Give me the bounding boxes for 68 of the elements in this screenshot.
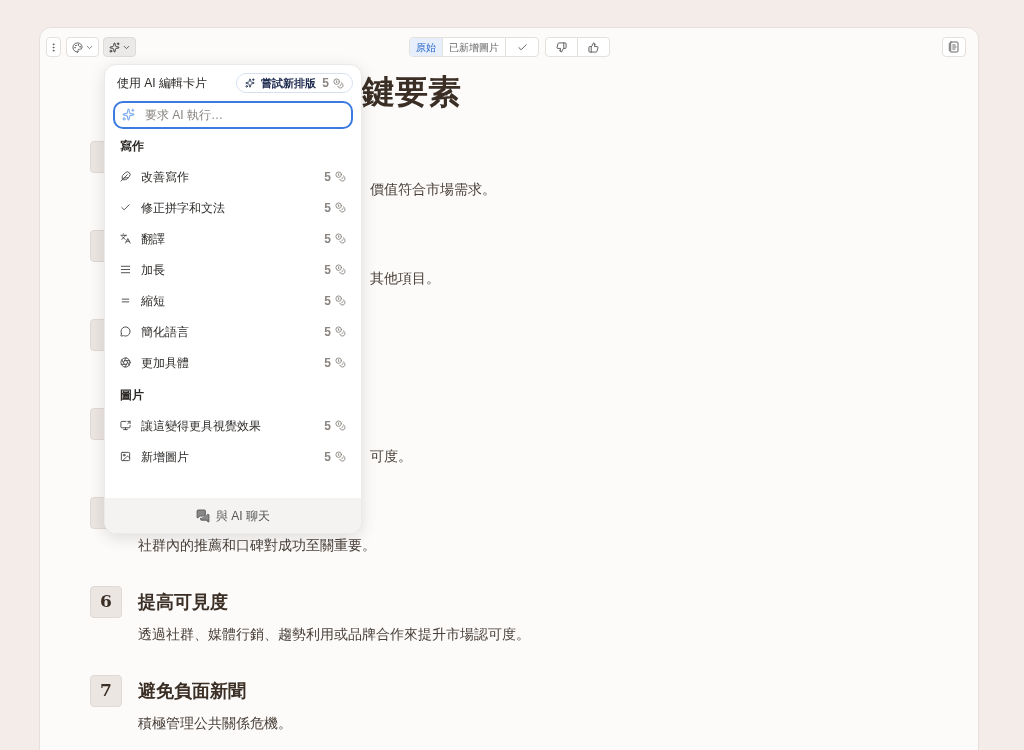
menu-item[interactable]: 修正拼字和文法 5 [105,192,361,223]
coins-icon [335,171,346,182]
coins-icon [335,233,346,244]
chat-icon [196,508,210,523]
item-heading: 避免負面新聞 [138,679,246,703]
sparkles-icon [245,78,256,88]
credit-count: 5 [324,448,331,466]
item-text: 透過社群、媒體行銷、趨勢利用或品牌合作來提升市場認可度。 [138,625,531,644]
item-text: 可度。 [370,447,413,466]
palette-icon [71,41,83,53]
screen-icon [120,420,131,431]
menu-item[interactable]: 更加具體 5 [105,347,361,378]
coins-icon [335,451,346,462]
image-icon [120,451,131,462]
thumbs-down-icon [556,41,567,53]
theme-button[interactable] [66,37,99,57]
feather-icon [120,171,131,182]
sparkles-icon [108,41,120,53]
coins-icon [335,295,346,306]
thumbs-up-icon [588,41,599,53]
section-heading: 寫作 [119,138,145,155]
credit-count: 5 [324,199,331,217]
menu-item[interactable]: 讓這變得更具視覺效果 5 [105,410,361,441]
equal-icon [120,295,131,306]
item-text: 社群內的推薦和口碑對成功至關重要。 [138,536,377,555]
coins-icon [335,202,346,213]
ai-button[interactable] [103,37,136,57]
credit-count: 5 [324,292,331,310]
title-text: 鍵要素 [362,73,461,113]
credit-count: 5 [324,230,331,248]
coins-icon [335,420,346,431]
credit-count: 5 [322,75,329,92]
aperture-icon [120,357,131,368]
item-heading: 提高可見度 [138,590,228,614]
credit-count: 5 [324,261,331,279]
number-box: 7 [90,675,122,707]
credit-count: 5 [324,323,331,341]
credit-count: 5 [324,417,331,435]
speech-bubble-icon [120,326,131,337]
notes-icon [948,41,960,53]
menu-item[interactable]: 簡化語言 5 [105,316,361,347]
translate-icon [120,233,131,244]
section-heading: 圖片 [119,387,145,404]
lines-icon [120,264,131,275]
item-text: 價值符合市場需求。 [370,180,497,199]
menu-item[interactable]: 縮短 5 [105,285,361,316]
number-box: 6 [90,586,122,618]
menu-title: 使用 AI 編輯卡片 [116,75,207,92]
chat-button[interactable]: 與 AI 聊天 [105,498,361,533]
more-button[interactable] [46,37,61,57]
sparkles-icon [122,108,135,121]
credit-count: 5 [324,354,331,372]
item-text: 其他項目。 [370,269,441,288]
item-text: 積極管理公共關係危機。 [138,714,293,733]
coins-icon [335,357,346,368]
menu-item[interactable]: 新增圖片 5 [105,441,361,472]
coins-icon [335,326,346,337]
menu-item[interactable]: 改善寫作 5 [105,161,361,192]
credit-count: 5 [324,168,331,186]
menu-item[interactable]: 加長 5 [105,254,361,285]
prompt-field[interactable]: 要求 AI 執行… [113,101,353,129]
menu-item[interactable]: 翻譯 5 [105,223,361,254]
check-icon [120,202,131,213]
coins-icon [333,77,344,89]
notes-button[interactable] [942,37,966,57]
coins-icon [335,264,346,275]
version-tab[interactable]: 原始 [410,38,443,56]
check-icon [516,41,528,53]
